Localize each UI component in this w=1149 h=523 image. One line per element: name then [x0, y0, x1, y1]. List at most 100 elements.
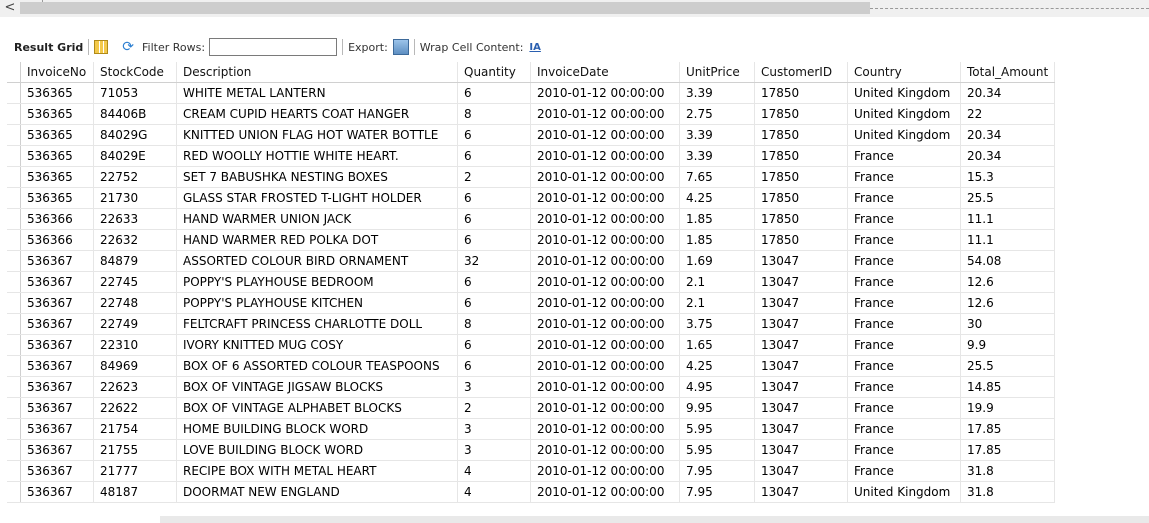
- table-row[interactable]: 536367 84879 ASSORTED COLOUR BIRD ORNAMENT…: [7, 250, 1056, 272]
- row-selector[interactable]: [7, 355, 21, 377]
- wrap-cell-content-icon[interactable]: IA: [529, 42, 540, 53]
- table-cell[interactable]: 3: [457, 439, 531, 461]
- table-cell[interactable]: United Kingdom: [847, 82, 961, 104]
- table-cell[interactable]: 17850: [754, 145, 848, 167]
- table-cell[interactable]: France: [847, 187, 961, 209]
- table-cell[interactable]: 536367: [20, 271, 94, 293]
- table-cell[interactable]: 6: [457, 271, 531, 293]
- table-cell[interactable]: France: [847, 439, 961, 461]
- table-cell[interactable]: 13047: [754, 460, 848, 482]
- table-cell[interactable]: 54.08: [960, 250, 1056, 272]
- table-cell[interactable]: 9.9: [960, 334, 1056, 356]
- table-cell[interactable]: 32: [457, 250, 531, 272]
- table-cell[interactable]: 22632: [93, 229, 177, 251]
- table-cell[interactable]: 30: [960, 313, 1056, 335]
- table-cell[interactable]: 6: [457, 292, 531, 314]
- column-header[interactable]: Country: [847, 62, 961, 83]
- row-selector[interactable]: [7, 145, 21, 167]
- table-cell[interactable]: France: [847, 313, 961, 335]
- row-selector[interactable]: [7, 397, 21, 419]
- table-cell[interactable]: United Kingdom: [847, 103, 961, 125]
- table-row[interactable]: 536366 22633 HAND WARMER UNION JACK 6 2010-0…: [7, 208, 1056, 230]
- table-cell[interactable]: DOORMAT NEW ENGLAND: [176, 481, 458, 503]
- table-cell[interactable]: 4: [457, 481, 531, 503]
- table-cell[interactable]: 22752: [93, 166, 177, 188]
- table-cell[interactable]: 6: [457, 145, 531, 167]
- table-cell[interactable]: 2010-01-12 00:00:00: [530, 229, 680, 251]
- table-cell[interactable]: 2010-01-12 00:00:00: [530, 481, 680, 503]
- table-cell[interactable]: 12.6: [960, 292, 1056, 314]
- table-row[interactable]: 536367 22745 POPPY'S PLAYHOUSE BEDROOM 6 201…: [7, 271, 1056, 293]
- table-cell[interactable]: KNITTED UNION FLAG HOT WATER BOTTLE: [176, 124, 458, 146]
- table-row[interactable]: 536367 22622 BOX OF VINTAGE ALPHABET BLOCK…: [7, 397, 1056, 419]
- table-row[interactable]: 536365 71053 WHITE METAL LANTERN 6 2010-01-1…: [7, 82, 1056, 104]
- table-cell[interactable]: BOX OF 6 ASSORTED COLOUR TEASPOONS: [176, 355, 458, 377]
- table-cell[interactable]: 17.85: [960, 418, 1056, 440]
- table-cell[interactable]: POPPY'S PLAYHOUSE BEDROOM: [176, 271, 458, 293]
- table-cell[interactable]: 2010-01-12 00:00:00: [530, 313, 680, 335]
- filter-rows-input[interactable]: [209, 38, 338, 56]
- row-selector[interactable]: [7, 124, 21, 146]
- table-cell[interactable]: 536366: [20, 208, 94, 230]
- bottom-scrollbar[interactable]: [160, 516, 1149, 523]
- table-cell[interactable]: France: [847, 397, 961, 419]
- table-cell[interactable]: 536365: [20, 124, 94, 146]
- table-cell[interactable]: 13047: [754, 250, 848, 272]
- table-cell[interactable]: 25.5: [960, 355, 1056, 377]
- table-row[interactable]: 536365 22752 SET 7 BABUSHKA NESTING BOXES 2…: [7, 166, 1056, 188]
- table-cell[interactable]: 2.1: [679, 292, 755, 314]
- table-cell[interactable]: 84969: [93, 355, 177, 377]
- table-row[interactable]: 536367 21755 LOVE BUILDING BLOCK WORD 3 2010…: [7, 439, 1056, 461]
- table-cell[interactable]: 9.95: [679, 397, 755, 419]
- table-row[interactable]: 536367 22749 FELTCRAFT PRINCESS CHARLOTTE …: [7, 313, 1056, 335]
- column-header[interactable]: UnitPrice: [679, 62, 755, 83]
- table-cell[interactable]: 25.5: [960, 187, 1056, 209]
- table-cell[interactable]: France: [847, 166, 961, 188]
- table-cell[interactable]: 536367: [20, 439, 94, 461]
- table-cell[interactable]: BOX OF VINTAGE ALPHABET BLOCKS: [176, 397, 458, 419]
- table-cell[interactable]: IVORY KNITTED MUG COSY: [176, 334, 458, 356]
- table-cell[interactable]: 536367: [20, 418, 94, 440]
- row-selector[interactable]: [7, 313, 21, 335]
- result-grid-tab[interactable]: Result Grid: [14, 41, 83, 54]
- table-cell[interactable]: 31.8: [960, 481, 1056, 503]
- table-cell[interactable]: 21777: [93, 460, 177, 482]
- table-cell[interactable]: 3.39: [679, 82, 755, 104]
- table-cell[interactable]: 13047: [754, 334, 848, 356]
- table-cell[interactable]: 2010-01-12 00:00:00: [530, 418, 680, 440]
- table-cell[interactable]: France: [847, 208, 961, 230]
- table-cell[interactable]: 6: [457, 229, 531, 251]
- table-cell[interactable]: 2010-01-12 00:00:00: [530, 334, 680, 356]
- table-cell[interactable]: 1.69: [679, 250, 755, 272]
- table-cell[interactable]: 6: [457, 82, 531, 104]
- column-header[interactable]: Quantity: [457, 62, 531, 83]
- table-cell[interactable]: 22633: [93, 208, 177, 230]
- table-cell[interactable]: 2010-01-12 00:00:00: [530, 439, 680, 461]
- row-selector[interactable]: [7, 82, 21, 104]
- table-cell[interactable]: 20.34: [960, 124, 1056, 146]
- table-cell[interactable]: 3.75: [679, 313, 755, 335]
- table-cell[interactable]: 6: [457, 208, 531, 230]
- row-selector[interactable]: [7, 250, 21, 272]
- table-cell[interactable]: 13047: [754, 292, 848, 314]
- table-cell[interactable]: 536367: [20, 250, 94, 272]
- table-cell[interactable]: 5.95: [679, 439, 755, 461]
- table-cell[interactable]: 22748: [93, 292, 177, 314]
- refresh-icon[interactable]: ⟳: [122, 39, 134, 55]
- table-row[interactable]: 536367 21754 HOME BUILDING BLOCK WORD 3 2010…: [7, 418, 1056, 440]
- table-cell[interactable]: 6: [457, 187, 531, 209]
- table-cell[interactable]: 2010-01-12 00:00:00: [530, 145, 680, 167]
- table-cell[interactable]: 7.65: [679, 166, 755, 188]
- table-row[interactable]: 536367 22748 POPPY'S PLAYHOUSE KITCHEN 6 201…: [7, 292, 1056, 314]
- row-selector-header[interactable]: [7, 62, 21, 83]
- table-cell[interactable]: GLASS STAR FROSTED T-LIGHT HOLDER: [176, 187, 458, 209]
- table-cell[interactable]: 20.34: [960, 82, 1056, 104]
- table-cell[interactable]: 22310: [93, 334, 177, 356]
- horizontal-scrollbar[interactable]: <: [0, 0, 1149, 17]
- table-cell[interactable]: 2010-01-12 00:00:00: [530, 208, 680, 230]
- table-cell[interactable]: France: [847, 376, 961, 398]
- table-cell[interactable]: 2010-01-12 00:00:00: [530, 460, 680, 482]
- row-selector[interactable]: [7, 418, 21, 440]
- table-cell[interactable]: 84029G: [93, 124, 177, 146]
- table-cell[interactable]: 21730: [93, 187, 177, 209]
